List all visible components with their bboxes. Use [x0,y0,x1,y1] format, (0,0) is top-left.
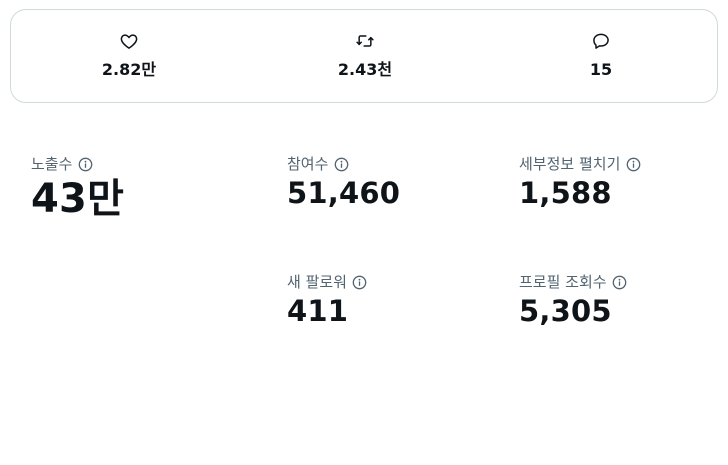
heart-icon [118,30,140,52]
reposts-stat[interactable]: 2.43천 [295,30,435,80]
post-analytics-page: 2.82만 2.43천 15 노출수 43만 참여수 51,460 세부정보 펼… [0,0,728,465]
detail-expands-value: 1,588 [519,176,612,210]
reply-icon [590,30,612,52]
detail-expands-label: 세부정보 펼치기 [519,155,621,173]
engagements-metric: 참여수 51,460 [287,153,400,211]
info-icon[interactable] [333,156,349,172]
impressions-metric: 노출수 43만 [31,153,124,223]
profile-visits-label: 프로필 조회수 [519,273,607,291]
replies-stat[interactable]: 15 [531,30,671,80]
profile-visits-value: 5,305 [519,294,612,328]
new-followers-label: 새 팔로워 [287,273,347,291]
engagements-label: 참여수 [287,155,329,173]
engagement-summary-card: 2.82만 2.43천 15 [10,9,718,103]
reposts-count: 2.43천 [337,60,393,79]
likes-stat[interactable]: 2.82만 [59,30,199,80]
impressions-label: 노출수 [31,155,73,173]
replies-count: 15 [589,60,613,79]
detail-expands-metric: 세부정보 펼치기 1,588 [519,153,641,211]
impressions-value: 43만 [31,176,125,222]
new-followers-value: 411 [287,294,349,328]
new-followers-metric: 새 팔로워 411 [287,271,368,329]
info-icon[interactable] [612,274,628,290]
engagements-value: 51,460 [287,176,401,210]
info-icon[interactable] [77,156,93,172]
info-icon[interactable] [352,274,368,290]
repost-icon [354,30,376,52]
profile-visits-metric: 프로필 조회수 5,305 [519,271,628,329]
info-icon[interactable] [625,156,641,172]
likes-count: 2.82만 [101,60,157,79]
